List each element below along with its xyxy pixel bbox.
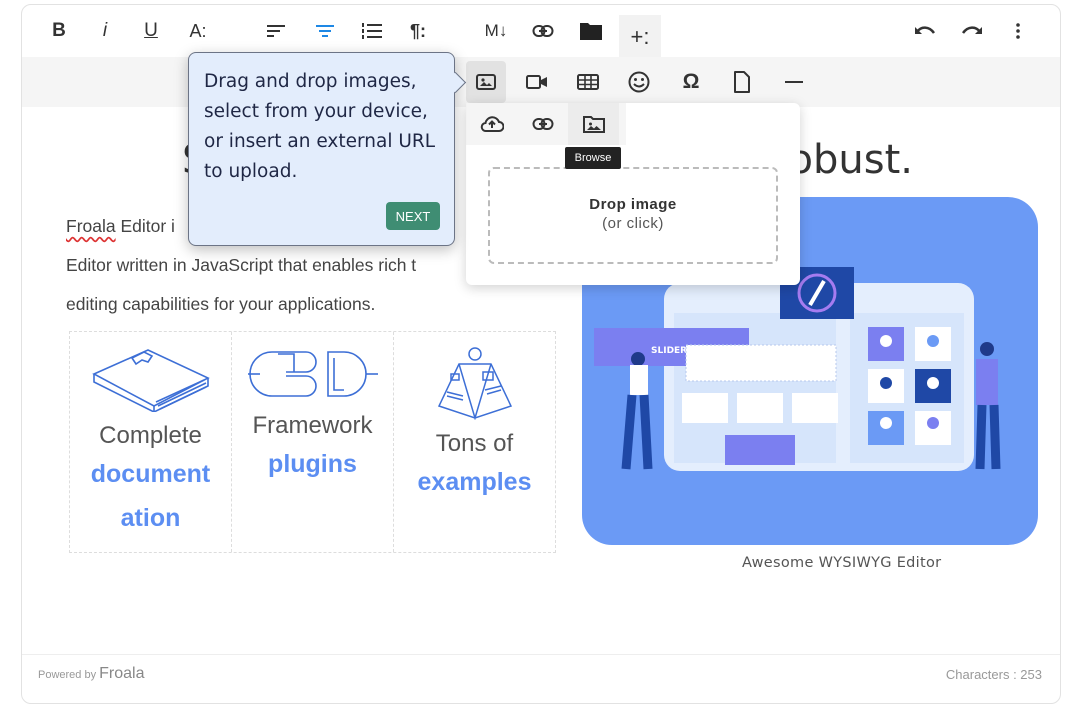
align-center-button[interactable] (306, 15, 344, 47)
ordered-list-button[interactable] (353, 15, 391, 47)
dropzone-subtitle: (or click) (602, 215, 664, 232)
more-rich-icon: +: (630, 24, 650, 49)
powered-by[interactable]: Powered by Froala (38, 665, 145, 683)
file-manager-button[interactable] (572, 15, 610, 47)
froala-logo: Froala (99, 665, 145, 682)
image-popup-tabs (466, 103, 626, 145)
tour-text: Drag and drop images, select from your d… (204, 71, 436, 182)
insert-link-button[interactable] (524, 15, 562, 47)
feature-label: Complete (99, 422, 202, 449)
upload-image-icon (480, 116, 504, 132)
font-size-button[interactable]: A: (179, 15, 217, 47)
insert-image-popup: Browse Drop image (or click) (466, 103, 800, 285)
image-dropzone[interactable]: Drop image (or click) (488, 167, 778, 264)
main-toolbar: B i U A: ¶: M↓ +: (22, 5, 1060, 59)
insert-file-button[interactable] (722, 61, 762, 103)
plugin-icon (247, 351, 378, 397)
feature-link-plugins[interactable]: plugins (232, 444, 393, 484)
image-manager-icon (582, 116, 605, 133)
underline-icon: U (144, 20, 158, 41)
misspelled-word: Froala (66, 216, 116, 236)
insert-video-icon (526, 75, 547, 89)
special-characters-icon: Ω (682, 70, 700, 93)
browse-tooltip: Browse (565, 147, 621, 169)
underline-button[interactable]: U (132, 15, 170, 47)
upload-image-tab[interactable] (466, 103, 517, 145)
slider-label: SLIDER (651, 346, 687, 356)
emoticons-icon (628, 71, 650, 93)
more-rich-button[interactable]: +: (619, 15, 661, 59)
align-left-icon (267, 25, 285, 37)
italic-icon: i (102, 20, 108, 41)
undo-icon (915, 26, 936, 34)
ordered-list-icon (362, 23, 382, 39)
redo-icon (961, 26, 982, 34)
para-line-1: Editor i (115, 216, 175, 236)
tour-tooltip: Drag and drop images, select from your d… (188, 52, 455, 246)
insert-file-icon (734, 71, 750, 93)
features-table: Complete document ation Framework plugin… (69, 331, 556, 553)
redo-button[interactable] (953, 15, 991, 47)
insert-toolbar: Ω (22, 57, 1060, 107)
tour-next-button[interactable]: NEXT (386, 202, 440, 230)
feature-label: Framework (252, 412, 373, 439)
insert-image-icon (476, 74, 496, 90)
bold-button[interactable]: B (40, 15, 78, 47)
insert-table-icon (577, 74, 599, 90)
horizontal-line-icon (785, 81, 803, 83)
para-line-3: editing capabilities for your applicatio… (66, 294, 376, 314)
italic-button[interactable]: i (86, 15, 124, 47)
image-by-url-tab[interactable] (517, 103, 568, 145)
paragraph-format-button[interactable]: ¶: (399, 15, 437, 47)
folder-icon (580, 23, 602, 40)
emoticons-button[interactable] (619, 61, 659, 103)
image-manager-tab[interactable] (568, 103, 619, 145)
undo-button[interactable] (906, 15, 944, 47)
feature-link-examples[interactable]: examples (394, 462, 555, 502)
paragraph-format-icon: ¶: (409, 20, 426, 41)
font-size-icon: A: (189, 20, 207, 41)
feature-cell-examples: Tons of examples (394, 332, 555, 552)
weight-examples-icon (437, 347, 512, 420)
insert-video-button[interactable] (517, 61, 557, 103)
align-left-button[interactable] (257, 15, 295, 47)
feature-label: Tons of (435, 430, 514, 457)
link-icon (532, 25, 554, 37)
book-icon (91, 349, 210, 412)
feature-cell-plugins: Framework plugins (232, 332, 394, 552)
more-options-button[interactable] (999, 15, 1037, 47)
editor-footer: Powered by Froala Characters : 253 (22, 654, 1060, 694)
align-center-icon (316, 25, 334, 37)
bold-icon: B (52, 20, 66, 41)
insert-image-button[interactable] (466, 61, 506, 103)
feature-cell-documentation: Complete document ation (70, 332, 232, 552)
markdown-icon: M↓ (484, 21, 508, 40)
markdown-button[interactable]: M↓ (477, 15, 515, 47)
horizontal-line-button[interactable] (774, 61, 814, 103)
feature-link-documentation-cont[interactable]: ation (70, 498, 231, 538)
insert-table-button[interactable] (568, 61, 608, 103)
feature-link-documentation[interactable]: document (70, 454, 231, 494)
illustration-caption: Awesome WYSIWYG Editor (742, 555, 942, 571)
more-icon (1016, 23, 1020, 39)
dropzone-title: Drop image (589, 196, 677, 213)
image-by-url-icon (532, 118, 553, 130)
powered-by-label: Powered by (38, 669, 97, 681)
special-characters-button[interactable]: Ω (671, 61, 711, 103)
heading-fragment-end: obust. (788, 137, 913, 183)
